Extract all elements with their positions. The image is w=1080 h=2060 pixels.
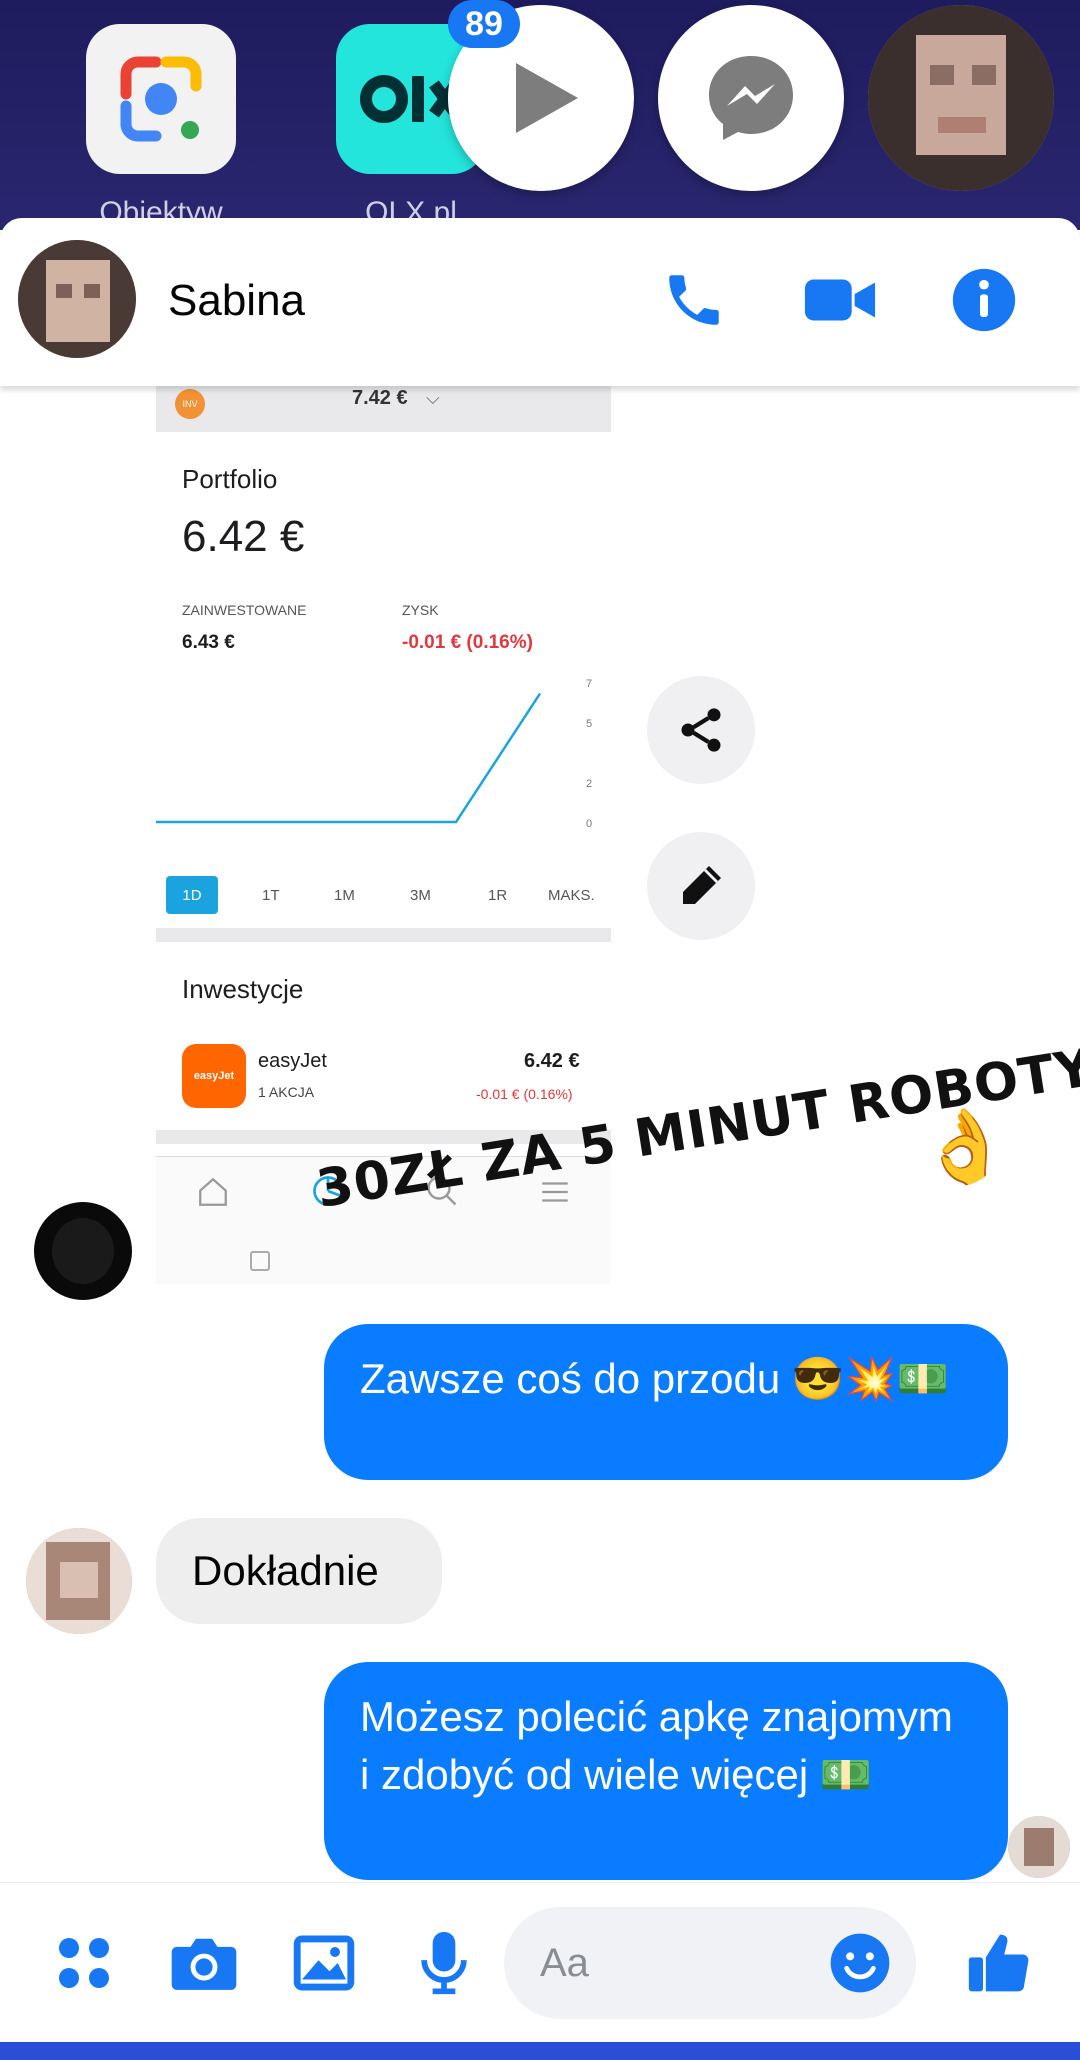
- portfolio-chart: 7 5 2 0: [156, 678, 592, 830]
- y-tick-label: 0: [586, 818, 592, 830]
- info-icon: [952, 268, 1016, 332]
- portfolio-value: 6.42 €: [182, 512, 305, 561]
- gallery-button[interactable]: [284, 1923, 364, 2003]
- y-tick-label: 5: [586, 718, 592, 730]
- camera-icon: [171, 1938, 237, 1990]
- contact-name[interactable]: Sabina: [168, 276, 305, 326]
- emoji-button[interactable]: [828, 1931, 892, 1995]
- profit-value: -0.01 € (0.16%): [402, 632, 533, 653]
- message-input-placeholder: Aa: [540, 1941, 589, 1985]
- notification-badge: 89: [448, 0, 520, 48]
- share-icon: [681, 708, 721, 752]
- timeframe-1r[interactable]: 1R: [488, 887, 507, 904]
- profit-label: ZYSK: [402, 602, 439, 618]
- chevron-down-icon: ⌵: [426, 388, 440, 408]
- top-balance: 7.42 €: [352, 387, 408, 409]
- invested-value: 6.43 €: [182, 632, 235, 653]
- message-incoming[interactable]: Dokładnie: [156, 1518, 442, 1624]
- chat-header: Sabina: [0, 218, 1080, 386]
- video-call-button[interactable]: [800, 260, 880, 340]
- like-button[interactable]: [960, 1923, 1040, 2003]
- contact-avatar[interactable]: [18, 240, 136, 358]
- camera-button[interactable]: [164, 1923, 244, 2003]
- microphone-icon: [421, 1931, 467, 1995]
- holding-value: 6.42 €: [524, 1050, 580, 1072]
- read-receipt-avatar: [1008, 1816, 1070, 1878]
- timeframe-1d[interactable]: 1D: [166, 876, 218, 914]
- message-outgoing[interactable]: Zawsze coś do przodu 😎💥💵: [324, 1324, 1008, 1480]
- messenger-chat-head[interactable]: [658, 5, 844, 191]
- invested-label: ZAINWESTOWANE: [182, 602, 307, 618]
- video-camera-icon: [804, 279, 876, 321]
- easyjet-logo: easyJet: [182, 1044, 246, 1108]
- portfolio-title: Portfolio: [182, 464, 278, 494]
- four-dots-icon: [59, 1938, 109, 1988]
- phone-call-button[interactable]: [654, 260, 734, 340]
- portfolio-line: [156, 692, 542, 824]
- pencil-icon: [683, 866, 721, 904]
- ok-hand-emoji: 👌: [920, 1107, 1010, 1187]
- home-icon: [199, 1177, 227, 1206]
- lens-app-icon[interactable]: [86, 24, 236, 174]
- story-sender-avatar[interactable]: [34, 1202, 132, 1300]
- phone-icon: [669, 275, 719, 325]
- timeframe-maks[interactable]: MAKS.: [548, 887, 595, 904]
- y-tick-label: 2: [586, 778, 592, 790]
- message-input[interactable]: Aa: [504, 1907, 916, 2019]
- timeframe-1t[interactable]: 1T: [262, 887, 280, 904]
- timeframe-3m[interactable]: 3M: [410, 887, 431, 904]
- holding-name: easyJet: [258, 1050, 327, 1072]
- home-screen-strip: Obiektyw OLX.pl 89: [0, 0, 1080, 230]
- contact-chat-head-avatar[interactable]: [868, 5, 1054, 191]
- investments-title: Inwestycje: [182, 974, 304, 1004]
- image-icon: [293, 1935, 355, 1991]
- holding-change: -0.01 € (0.16%): [476, 1086, 573, 1102]
- conversation-info-button[interactable]: [944, 260, 1024, 340]
- invest-badge: INV: [175, 389, 205, 419]
- smiley-icon: [830, 1933, 890, 1993]
- recent-apps-icon: [250, 1251, 270, 1271]
- voice-message-button[interactable]: [404, 1923, 484, 2003]
- holding-quantity: 1 AKCJA: [258, 1084, 315, 1100]
- edit-button[interactable]: [647, 832, 755, 940]
- share-button[interactable]: [647, 676, 755, 784]
- message-composer: Aa: [0, 1882, 1080, 2043]
- timeframe-1m[interactable]: 1M: [334, 887, 355, 904]
- messenger-icon: [709, 56, 793, 140]
- system-navigation-bar: [0, 2042, 1080, 2060]
- play-icon: [516, 63, 578, 133]
- message-outgoing[interactable]: Możesz polecić apkę znajomym i zdobyć od…: [324, 1662, 1008, 1880]
- thumbs-up-icon: [968, 1934, 1029, 1992]
- more-actions-button[interactable]: [44, 1923, 124, 2003]
- section-divider: [156, 928, 611, 942]
- y-tick-label: 7: [586, 678, 592, 690]
- contact-message-avatar[interactable]: [26, 1528, 132, 1634]
